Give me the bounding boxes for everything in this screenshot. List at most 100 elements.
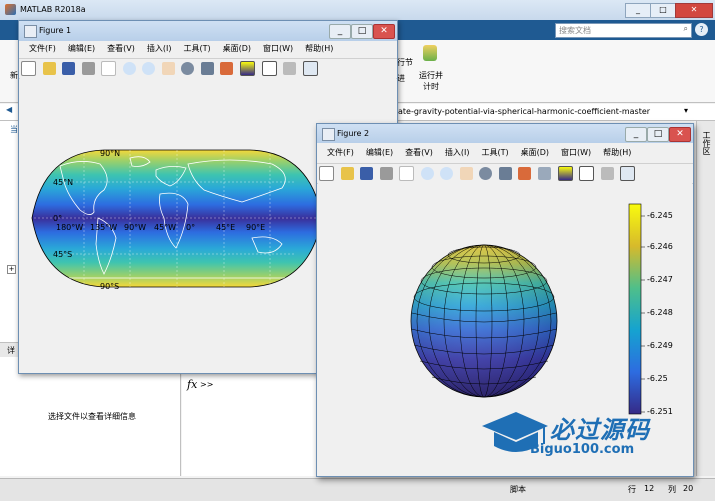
status-col-value: 20: [683, 484, 694, 493]
minimize-button[interactable]: _: [625, 3, 651, 18]
watermark-text: 必过源码: [550, 416, 650, 444]
figure1-close-button[interactable]: ✕: [373, 24, 395, 39]
brush-icon[interactable]: [220, 62, 234, 75]
details-empty-text: 选择文件以查看详细信息: [48, 412, 136, 421]
main-window-title: MATLAB R2018a: [20, 5, 86, 14]
run-time-label-2[interactable]: 计时: [423, 81, 439, 92]
colorbar-tick-label: -6.249: [647, 341, 673, 350]
figure1-title-bar[interactable]: Figure 1 _ □ ✕: [19, 21, 397, 41]
figure1-menu-insert[interactable]: 插入(I): [141, 42, 178, 57]
details-label: 详: [7, 346, 15, 355]
figure1-menu-desktop[interactable]: 桌面(D): [217, 42, 257, 57]
show-plot-tools-icon[interactable]: [302, 61, 318, 76]
print-icon[interactable]: [81, 62, 95, 75]
figure1-maximize-button[interactable]: □: [351, 24, 373, 39]
fx-icon: fx: [187, 378, 198, 391]
run-time-icon[interactable]: [423, 45, 437, 61]
advance-label[interactable]: 进: [397, 73, 405, 84]
watermark-url: Biguo100.com: [530, 442, 635, 457]
save-icon[interactable]: [62, 62, 76, 75]
figure2-menu-help[interactable]: 帮助(H): [597, 146, 637, 161]
figure1-minimize-button[interactable]: _: [329, 24, 351, 39]
insert-colorbar-icon[interactable]: [557, 166, 573, 181]
zoom-in-icon[interactable]: [420, 167, 434, 180]
back-arrow-icon[interactable]: ◀: [6, 105, 12, 114]
status-row-label: 行: [628, 485, 636, 494]
insert-legend-icon[interactable]: [261, 61, 277, 76]
lat-label-90n: 90°N: [100, 149, 121, 158]
figure1-toolbar: [19, 58, 397, 79]
run-time-label[interactable]: 运行并: [419, 70, 443, 81]
workspace-side-tab[interactable]: 工作区: [696, 121, 715, 476]
zoom-in-icon[interactable]: [122, 62, 136, 75]
maximize-button[interactable]: □: [650, 3, 676, 18]
status-file-type: 脚本: [510, 485, 526, 494]
lon-label-45w: 45°W: [154, 223, 177, 232]
figure1-menu-help[interactable]: 帮助(H): [299, 42, 339, 57]
new-label[interactable]: 新: [10, 70, 18, 81]
lat-label-90s: 90°S: [100, 282, 120, 291]
search-placeholder: 搜索文档: [559, 26, 591, 35]
pointer-icon[interactable]: [399, 166, 415, 181]
figure2-icon: [322, 128, 335, 141]
main-title-bar: MATLAB R2018a _ □ ✕: [0, 0, 715, 21]
figure2-menu-insert[interactable]: 插入(I): [439, 146, 476, 161]
open-file-icon[interactable]: [340, 167, 354, 180]
figure1-title: Figure 1: [39, 26, 72, 35]
hide-plot-tools-icon[interactable]: [283, 62, 297, 75]
run-section-label[interactable]: 行节: [397, 57, 413, 68]
figure2-minimize-button[interactable]: _: [625, 127, 647, 142]
path-text: ate-gravity-potential-via-spherical-harm…: [398, 107, 651, 116]
search-box[interactable]: 搜索文档 ⌕: [555, 23, 692, 38]
help-icon[interactable]: ?: [695, 23, 708, 36]
open-file-icon[interactable]: [42, 62, 56, 75]
lon-label-135w: 135°W: [90, 223, 118, 232]
new-figure-icon[interactable]: [319, 166, 334, 181]
figure2-menu-edit[interactable]: 编辑(E): [360, 146, 399, 161]
figure2-menu-view[interactable]: 查看(V): [399, 146, 439, 161]
figure2-toolbar: [317, 163, 693, 184]
pan-icon[interactable]: [161, 62, 175, 75]
colorbar-tick-label: -6.25: [647, 374, 668, 383]
colorbar-tick-label: -6.248: [647, 308, 673, 317]
pointer-icon[interactable]: [101, 61, 117, 76]
insert-legend-icon[interactable]: [579, 166, 595, 181]
link-plot-icon[interactable]: [538, 167, 552, 180]
data-cursor-icon[interactable]: [498, 167, 512, 180]
save-icon[interactable]: [360, 167, 374, 180]
figure2-menu-tools[interactable]: 工具(T): [475, 146, 514, 161]
print-icon[interactable]: [379, 167, 393, 180]
rotate-icon[interactable]: [479, 167, 493, 180]
close-button[interactable]: ✕: [675, 3, 713, 18]
status-bar: 脚本 行 12 列 20: [0, 478, 715, 501]
data-cursor-icon[interactable]: [200, 62, 214, 75]
lon-label-0: 0°: [186, 223, 196, 232]
colorbar-tick-label: -6.246: [647, 242, 673, 251]
figure1-menu-view[interactable]: 查看(V): [101, 42, 141, 57]
figure2-title-bar[interactable]: Figure 2 _ □ ✕: [317, 124, 693, 143]
hide-plot-tools-icon[interactable]: [600, 167, 614, 180]
insert-colorbar-icon[interactable]: [240, 61, 256, 76]
figure1-menu-bar: 文件(F) 编辑(E) 查看(V) 插入(I) 工具(T) 桌面(D) 窗口(W…: [23, 42, 339, 57]
rotate-icon[interactable]: [181, 62, 195, 75]
figure1-menu-tools[interactable]: 工具(T): [177, 42, 216, 57]
figure1-menu-window[interactable]: 窗口(W): [257, 42, 299, 57]
colorbar-tick-label: -6.245: [647, 211, 673, 220]
figure2-menu-desktop[interactable]: 桌面(D): [515, 146, 555, 161]
show-plot-tools-icon[interactable]: [620, 166, 636, 181]
figure2-menu-file[interactable]: 文件(F): [321, 146, 360, 161]
brush-icon[interactable]: [518, 167, 532, 180]
status-col-label: 列: [668, 485, 676, 494]
figure2-menu-bar: 文件(F) 编辑(E) 查看(V) 插入(I) 工具(T) 桌面(D) 窗口(W…: [321, 146, 637, 161]
pan-icon[interactable]: [459, 167, 473, 180]
expand-icon[interactable]: +: [7, 265, 16, 274]
figure2-close-button[interactable]: ✕: [669, 127, 691, 142]
figure2-maximize-button[interactable]: □: [647, 127, 669, 142]
new-figure-icon[interactable]: [21, 61, 36, 76]
figure1-menu-file[interactable]: 文件(F): [23, 42, 62, 57]
figure2-menu-window[interactable]: 窗口(W): [555, 146, 597, 161]
zoom-out-icon[interactable]: [440, 167, 454, 180]
path-dropdown-icon[interactable]: ▾: [684, 106, 688, 115]
zoom-out-icon[interactable]: [142, 62, 156, 75]
figure1-menu-edit[interactable]: 编辑(E): [62, 42, 101, 57]
